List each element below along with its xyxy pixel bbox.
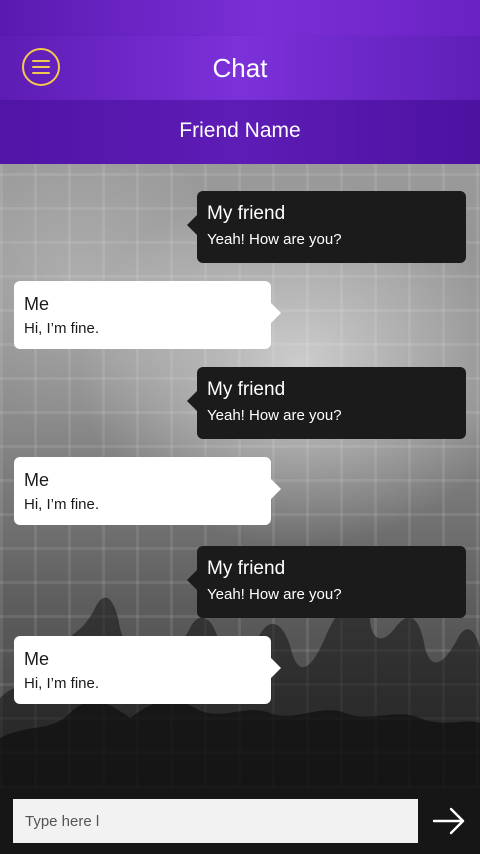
message-sender: My friend — [207, 203, 286, 224]
message-text: Hi, I’m fine. — [24, 496, 100, 513]
message-bubble-friend[interactable]: My friend Yeah! How are you? — [187, 546, 466, 618]
message-text: Hi, I’m fine. — [24, 675, 100, 692]
page-title: Chat — [212, 53, 268, 83]
message-bubble-me[interactable]: Me Hi, I’m fine. — [14, 457, 281, 525]
chat-messages-area[interactable]: My friend Yeah! How are you? Me Hi, I’m … — [0, 164, 480, 788]
send-button[interactable] — [432, 806, 466, 836]
message-sender: Me — [24, 294, 50, 314]
message-bubble-me[interactable]: Me Hi, I’m fine. — [14, 281, 281, 349]
conversation-header: Friend Name — [0, 100, 480, 164]
message-sender: Me — [24, 470, 50, 490]
message-bubble-friend[interactable]: My friend Yeah! How are you? — [187, 367, 466, 439]
message-sender: My friend — [207, 558, 286, 579]
app-header: Chat — [0, 36, 480, 100]
message-bubble-friend[interactable]: My friend Yeah! How are you? — [187, 191, 466, 263]
message-composer — [0, 788, 480, 854]
message-bubble-me[interactable]: Me Hi, I’m fine. — [14, 636, 281, 704]
arrow-right-icon — [432, 807, 465, 835]
message-text: Hi, I’m fine. — [24, 320, 100, 337]
message-input[interactable] — [13, 799, 418, 843]
status-bar — [0, 0, 480, 36]
message-text: Yeah! How are you? — [207, 407, 342, 424]
message-text: Yeah! How are you? — [207, 231, 342, 248]
message-sender: Me — [24, 649, 50, 669]
friend-name[interactable]: Friend Name — [0, 100, 480, 162]
message-text: Yeah! How are you? — [207, 586, 342, 603]
message-sender: My friend — [207, 379, 286, 400]
